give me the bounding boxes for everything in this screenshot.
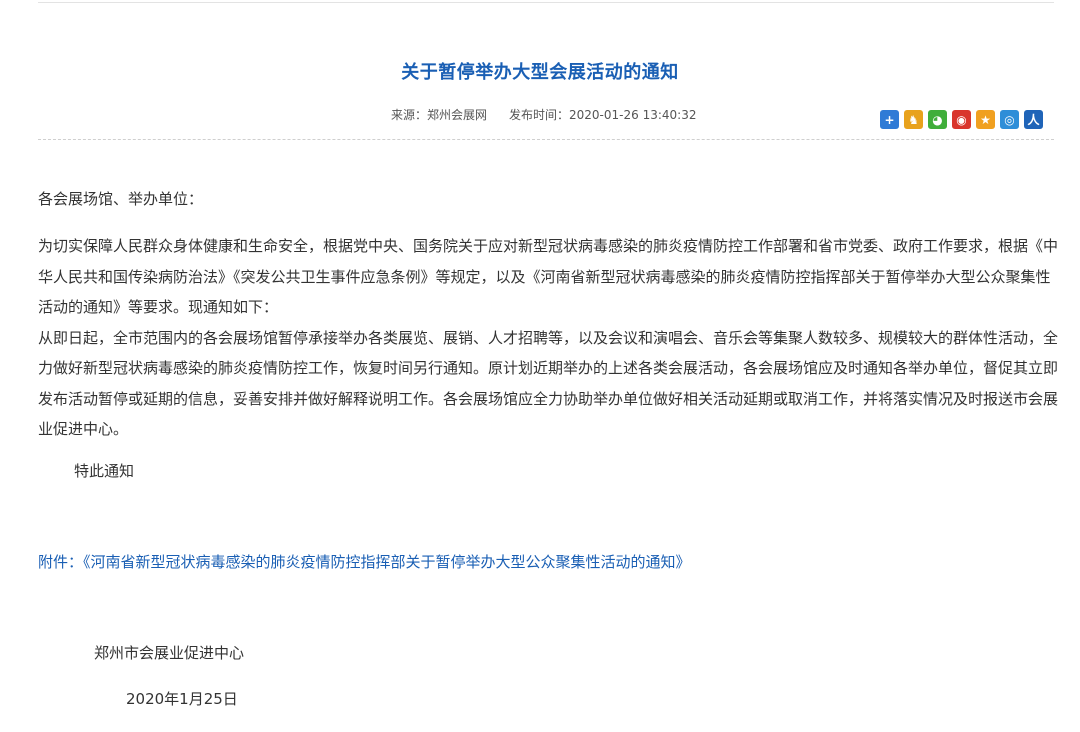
article-meta: 来源：郑州会展网 发布时间：2020-01-26 13:40:32 [391, 106, 696, 123]
header-divider [38, 139, 1054, 140]
attachment-link[interactable]: 《河南省新型冠状病毒感染的肺炎疫情防控指挥部关于暂停举办大型公众聚集性活动的通知… [83, 553, 691, 571]
weibo-icon[interactable]: ◉ [952, 110, 971, 129]
signature-date: 2020年1月25日 [126, 690, 238, 708]
body-paragraph-2: 从即日起，全市范围内的各会展场馆暂停承接举办各类展览、展销、人才招聘等，以及会议… [38, 328, 1059, 439]
tencent-weibo-icon[interactable]: ◎ [1000, 110, 1019, 129]
article-page: 关于暂停举办大型会展活动的通知 来源：郑州会展网 发布时间：2020-01-26 … [0, 0, 1080, 732]
article-title: 关于暂停举办大型会展活动的通知 [401, 62, 679, 83]
greeting: 各会展场馆、举办单位： [38, 190, 204, 208]
body-paragraph-1: 为切实保障人民群众身体健康和生命安全，根据党中央、国务院关于应对新型冠状病毒感染… [38, 237, 1059, 316]
article-source: 来源：郑州会展网 [391, 108, 488, 122]
attachment: 附件：《河南省新型冠状病毒感染的肺炎疫情防控指挥部关于暂停举办大型公众聚集性活动… [38, 551, 691, 572]
article-body: 为切实保障人民群众身体健康和生命安全，根据党中央、国务院关于应对新型冠状病毒感染… [38, 231, 1058, 445]
article-publish-time: 发布时间：2020-01-26 13:40:32 [509, 108, 697, 122]
share-toolbar: + ♞ ◕ ◉ ★ ◎ 人 [880, 110, 1043, 129]
qzone-icon[interactable]: ★ [976, 110, 995, 129]
renren-icon[interactable]: 人 [1024, 110, 1043, 129]
share-more-icon[interactable]: + [880, 110, 899, 129]
qq-icon[interactable]: ♞ [904, 110, 923, 129]
top-divider [38, 2, 1054, 3]
signature-org: 郑州市会展业促进中心 [94, 644, 245, 662]
wechat-icon[interactable]: ◕ [928, 110, 947, 129]
attachment-label: 附件： [38, 553, 84, 571]
special-notice: 特此通知 [74, 462, 135, 480]
